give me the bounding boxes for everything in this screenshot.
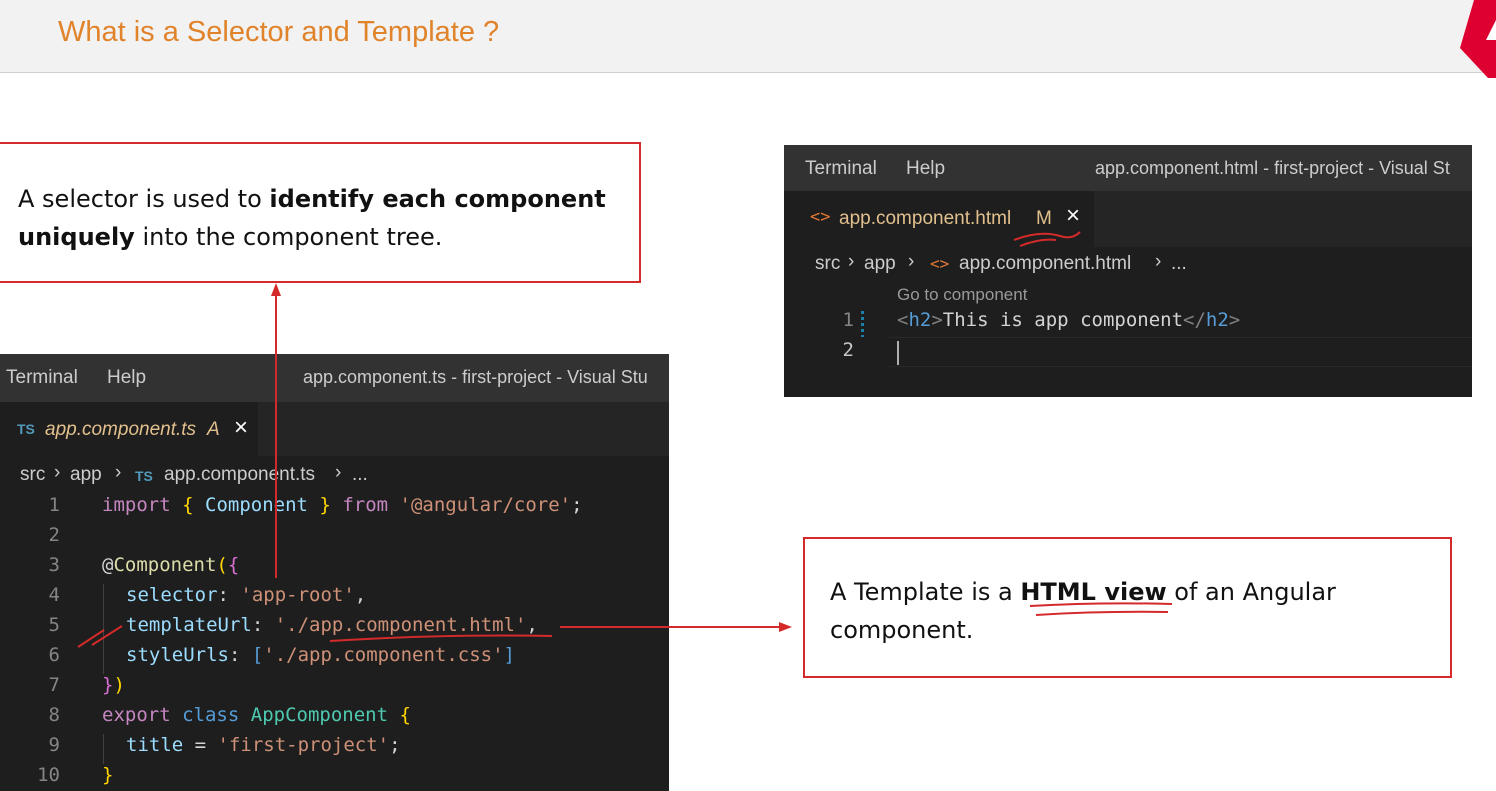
code-line-9: title = 'first-project'; xyxy=(126,734,401,756)
template-callout-bold: HTML view xyxy=(1020,578,1167,606)
tab-close-icon[interactable]: × xyxy=(1066,202,1080,230)
chevron-right-icon: › xyxy=(908,251,915,272)
ts-file-icon: TS xyxy=(135,468,153,484)
template-callout-text-pre: A Template is a xyxy=(830,578,1021,606)
indent-guide xyxy=(103,584,104,674)
line-number: 1 xyxy=(842,309,854,331)
current-line-highlight xyxy=(889,337,1472,367)
tab-app-component-ts[interactable]: TS app.component.ts A × xyxy=(0,402,258,456)
tab-status-badge: A xyxy=(207,419,220,440)
breadcrumb-app[interactable]: app xyxy=(70,464,102,486)
line-number: 2 xyxy=(48,524,60,546)
line-number: 4 xyxy=(48,584,60,606)
html-file-icon: <> xyxy=(930,254,950,273)
line-number: 7 xyxy=(48,674,60,696)
selector-arrow-head xyxy=(271,283,281,296)
chevron-right-icon: › xyxy=(848,251,855,272)
tab-app-component-html[interactable]: <> app.component.html M × xyxy=(784,191,1094,247)
html-file-icon: <> xyxy=(810,207,831,227)
breadcrumb-file[interactable]: app.component.ts xyxy=(164,464,315,486)
ts-breadcrumb: src › app › TS app.component.ts › ... xyxy=(0,460,669,490)
tab-status-badge: M xyxy=(1036,208,1052,229)
window-title: app.component.html - first-project - Vis… xyxy=(1095,158,1450,178)
html-code-area[interactable]: 1 2 <h2>This is app component</h2> xyxy=(784,307,1472,367)
breadcrumb-more[interactable]: ... xyxy=(352,464,368,486)
breadcrumb-src[interactable]: src xyxy=(815,253,840,275)
chevron-right-icon: › xyxy=(115,462,122,483)
chevron-right-icon: › xyxy=(54,462,61,483)
code-line-6: styleUrls: ['./app.component.css'] xyxy=(126,644,515,666)
code-line-8: export class AppComponent { xyxy=(102,704,411,726)
selector-callout: A selector is used to identify each comp… xyxy=(0,142,641,283)
template-callout-text-post-1: of an Angular xyxy=(1166,578,1336,606)
window-title: app.component.ts - first-project - Visua… xyxy=(303,367,648,387)
selector-callout-text-post: into the component tree. xyxy=(134,223,443,251)
line-number: 10 xyxy=(37,764,60,786)
code-line-4: selector: 'app-root', xyxy=(126,584,367,606)
breadcrumb-app[interactable]: app xyxy=(864,253,896,275)
indent-guide xyxy=(103,734,104,764)
code-line-7: }) xyxy=(102,674,125,696)
ts-file-icon: TS xyxy=(17,421,35,437)
breadcrumb-file[interactable]: app.component.html xyxy=(959,253,1131,275)
slide-title: What is a Selector and Template ? xyxy=(58,16,500,48)
line-number: 9 xyxy=(48,734,60,756)
ts-editor-window: Terminal Help app.component.ts - first-p… xyxy=(0,354,669,791)
template-callout-text-post-2: component. xyxy=(830,616,974,644)
breadcrumb-more[interactable]: ... xyxy=(1171,253,1187,275)
menu-terminal[interactable]: Terminal xyxy=(805,158,877,180)
ts-code-area[interactable]: 1 2 3 4 5 6 7 8 9 10 import { Component … xyxy=(0,492,669,791)
template-arrow-head xyxy=(779,622,792,632)
menu-terminal[interactable]: Terminal xyxy=(6,367,78,389)
line-number: 2 xyxy=(842,339,854,361)
selector-callout-bold-1: identify each component xyxy=(269,185,606,213)
gutter-modified-indicator xyxy=(861,311,864,337)
line-number: 6 xyxy=(48,644,60,666)
line-number: 8 xyxy=(48,704,60,726)
code-line-3: @Component({ xyxy=(102,554,240,576)
tab-close-icon[interactable]: × xyxy=(234,414,248,442)
html-editor-window: Terminal Help app.component.html - first… xyxy=(784,145,1472,397)
codelens-go-to-component[interactable]: Go to component xyxy=(897,285,1027,305)
angular-logo-icon xyxy=(1460,0,1496,78)
code-line-10: } xyxy=(102,764,114,786)
ts-editor-tabbar: TS app.component.ts A × xyxy=(0,402,669,456)
selector-callout-text-pre: A selector is used to xyxy=(18,185,270,213)
selector-callout-bold-2: uniquely xyxy=(18,223,135,251)
breadcrumb-src[interactable]: src xyxy=(20,464,45,486)
html-editor-menubar: Terminal Help app.component.html - first… xyxy=(784,145,1472,191)
tab-filename: app.component.ts xyxy=(45,419,197,440)
line-number: 1 xyxy=(48,494,60,516)
line-number: 5 xyxy=(48,614,60,636)
html-editor-tabbar: <> app.component.html M × xyxy=(784,191,1472,247)
text-cursor xyxy=(897,341,899,365)
code-line-5: templateUrl: './app.component.html', xyxy=(126,614,538,636)
template-callout: A Template is a HTML view of an Angular … xyxy=(803,537,1452,678)
slide-header: What is a Selector and Template ? xyxy=(0,0,1496,78)
menu-help[interactable]: Help xyxy=(107,367,146,389)
code-line-1: <h2>This is app component</h2> xyxy=(897,309,1241,331)
chevron-right-icon: › xyxy=(335,462,342,483)
line-number: 3 xyxy=(48,554,60,576)
tab-filename: app.component.html xyxy=(839,208,1012,229)
chevron-right-icon: › xyxy=(1155,251,1162,272)
menu-help[interactable]: Help xyxy=(906,158,945,180)
code-line-1: import { Component } from '@angular/core… xyxy=(102,494,583,516)
ts-editor-menubar: Terminal Help app.component.ts - first-p… xyxy=(0,354,669,402)
html-breadcrumb: src › app › <> app.component.html › ... xyxy=(784,249,1472,279)
